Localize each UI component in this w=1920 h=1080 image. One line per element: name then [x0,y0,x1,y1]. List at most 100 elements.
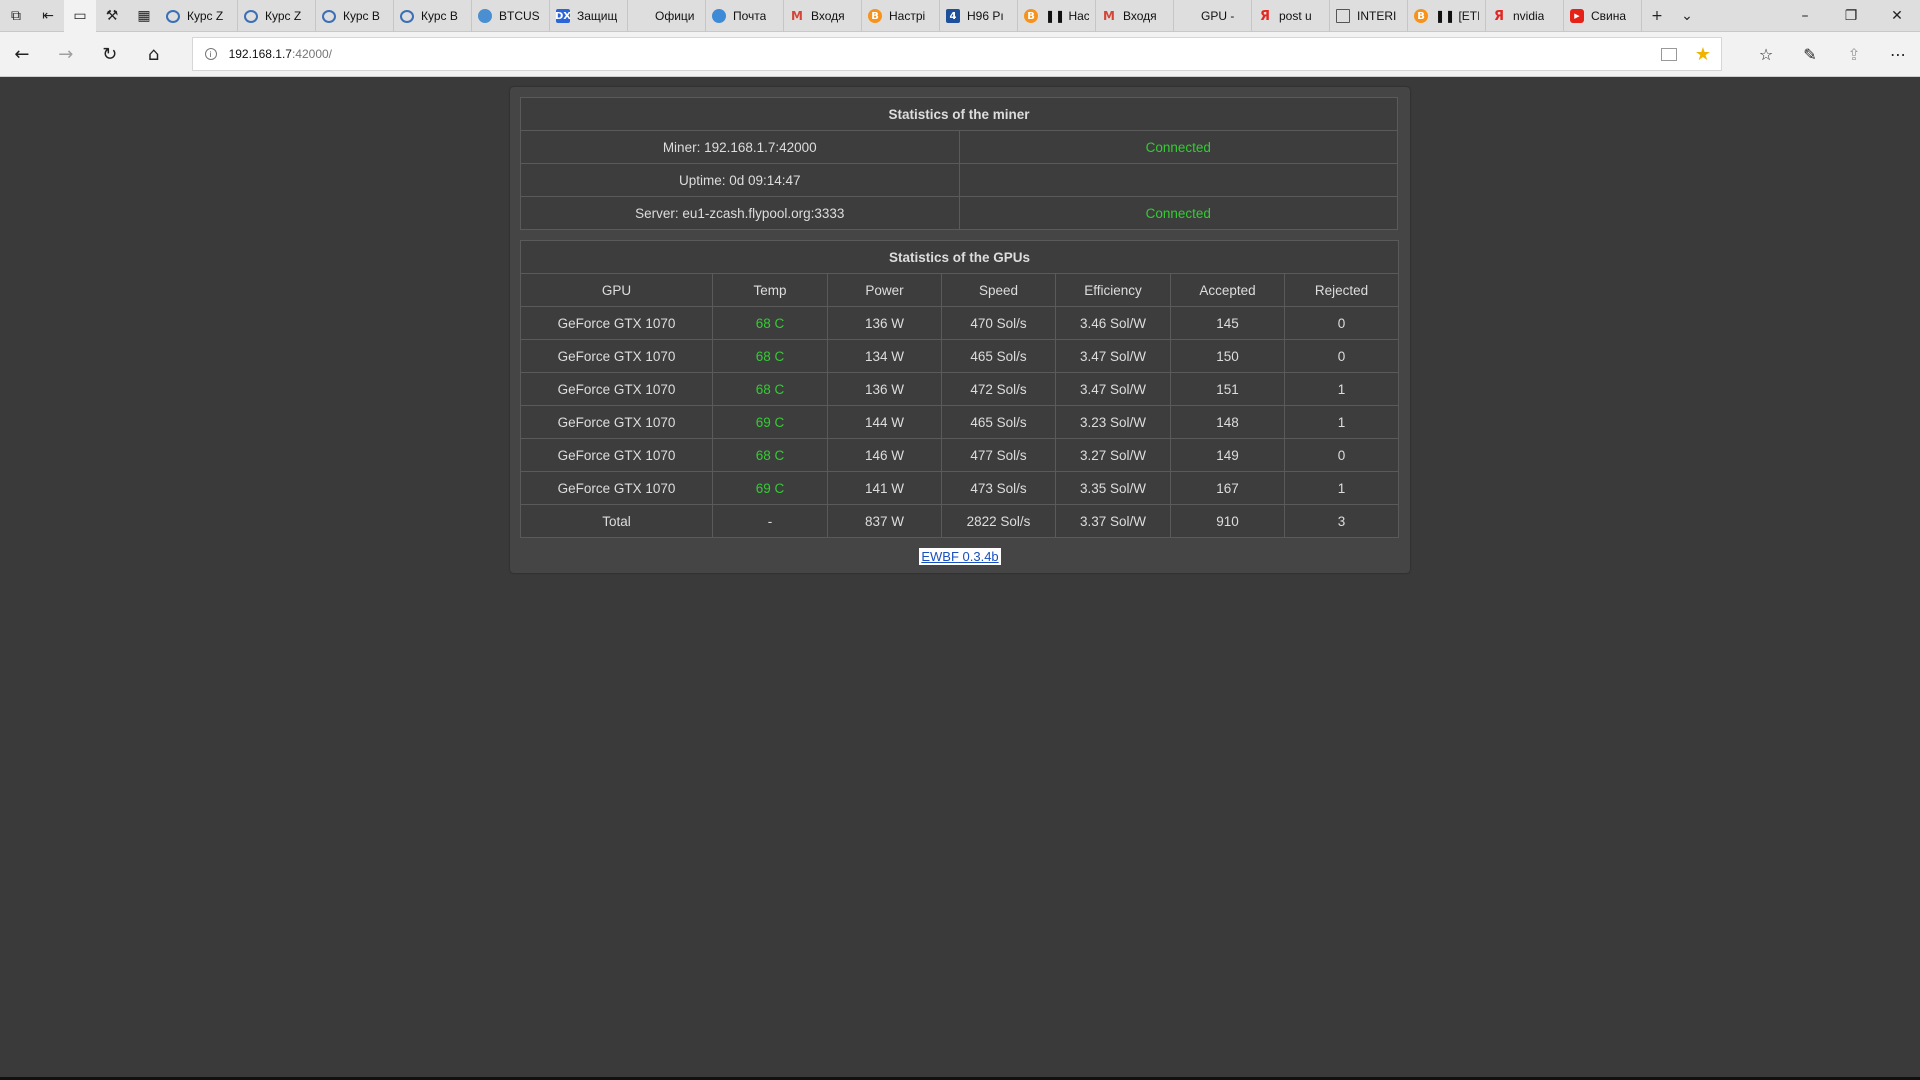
gpu-table-header: GPU Temp Power Speed Efficiency Accepted Rejec… [520,273,1399,307]
miner-address: Miner: 192.168.1.7:42000 [520,130,960,164]
browser-tab[interactable]: BTCUS [472,0,550,32]
table-cell: 167 [1170,471,1285,505]
more-menu-icon[interactable]: ⋯ [1876,32,1920,77]
favorite-star-icon[interactable]: ★ [1695,44,1711,65]
favorites-hub-icon[interactable]: ☆ [1744,32,1788,77]
tab-label: Офици [655,9,695,23]
share-icon[interactable]: ⇪ [1832,32,1876,77]
browser-tab[interactable]: DX Защищ [550,0,628,32]
table-cell: 136 W [827,306,942,340]
tab-label: Курс B [421,9,458,23]
new-tab-button[interactable]: + [1642,0,1672,32]
tabs-aside-icon[interactable]: ⇤ [32,0,64,32]
browser-tab[interactable]: B Настрі [862,0,940,32]
table-cell: 0 [1284,339,1399,373]
pinned-tab-tools-icon[interactable]: ⚒ [96,0,128,32]
tab-list: Курс Z Курс Z Курс B Курс B BTCUS DX Защищ Офиц… [160,0,1642,32]
browser-tab[interactable]: Яpost u [1252,0,1330,32]
miner-version-link[interactable]: EWBF 0.3.4b [919,548,1001,565]
table-cell: 146 W [827,438,942,472]
table-row: GeForce GTX 1070 68 C 136 W 470 Sol/s 3.46 S… [520,306,1399,340]
browser-tab[interactable]: Почта [706,0,784,32]
gpu-temp-cell: 68 C [712,339,828,373]
total-cell: 3.37 Sol/W [1055,504,1171,538]
browser-tab[interactable]: Курс B [394,0,472,32]
browser-tab[interactable]: 4 H96 Pı [940,0,1018,32]
column-header: Power [827,273,942,307]
address-bar[interactable]: i 192.168.1.7:42000/ ★ [191,37,1722,71]
table-cell: 1 [1284,372,1399,406]
table-cell: 477 Sol/s [941,438,1056,472]
browser-tab[interactable]: ▶ Свина [1564,0,1642,32]
column-header: Speed [941,273,1056,307]
tab-preview-chevron-icon[interactable]: ⌄ [1672,0,1702,32]
miner-status: Connected [958,130,1398,164]
tab-favicon-icon [478,9,492,23]
table-row: Uptime: 0d 09:14:47 [520,163,1398,197]
table-cell: GeForce GTX 1070 [520,372,713,406]
tab-label: nvidia [1513,9,1545,23]
forward-arrow-icon[interactable]: → [44,32,88,77]
tab-label: Почта [733,9,767,23]
browser-tab[interactable]: M Входя [1096,0,1174,32]
table-cell: 0 [1284,438,1399,472]
table-cell: 145 [1170,306,1285,340]
browser-tab[interactable]: B ❚❚ Нас [1018,0,1096,32]
browser-tab[interactable]: Курс B [316,0,394,32]
server-address: Server: eu1-zcash.flypool.org:3333 [520,196,960,230]
browser-tab[interactable]: Яnvidia [1486,0,1564,32]
table-row: GeForce GTX 1070 68 C 136 W 472 Sol/s 3.47 S… [520,372,1399,406]
table-cell: GeForce GTX 1070 [520,405,713,439]
browser-tab[interactable]: INTERI [1330,0,1408,32]
tab-set-aside-icon[interactable]: ⧉ [0,0,32,32]
table-cell: 150 [1170,339,1285,373]
browser-tab[interactable]: B ❚❚ [ETI [1408,0,1486,32]
pinned-tab-window-icon[interactable]: ▭ [64,0,96,32]
browser-tab[interactable]: M Входя [784,0,862,32]
browser-tab[interactable]: Курс Z [160,0,238,32]
tab-label: GPU - [1201,9,1235,23]
tab-label: Свина [1591,9,1627,23]
back-arrow-icon[interactable]: ← [0,32,44,77]
tab-label: post u [1279,9,1312,23]
tab-label: Курс Z [265,9,302,23]
restore-button[interactable]: ❐ [1828,0,1874,32]
navigation-bar: ← → ↻ ⌂ i 192.168.1.7:42000/ ★ ☆ ✎ ⇪ ⋯ [0,32,1920,77]
total-cell: 2822 Sol/s [941,504,1056,538]
total-row: Total -837 W 2822 Sol/s 3.37 Sol/W 910 3 [520,504,1399,538]
reading-view-icon[interactable] [1660,47,1677,61]
site-info-icon[interactable]: i [204,48,217,60]
browser-tab[interactable]: GPU - [1174,0,1252,32]
column-header: Accepted [1170,273,1285,307]
minimize-button[interactable]: – [1782,0,1828,32]
total-cell: 837 W [827,504,942,538]
close-window-button[interactable]: ✕ [1874,0,1920,32]
browser-tab[interactable]: Офици [628,0,706,32]
table-cell: 134 W [827,339,942,373]
pinned-tab-chip-icon[interactable]: ▦ [128,0,160,32]
table-cell: GeForce GTX 1070 [520,471,713,505]
table-cell: 1 [1284,405,1399,439]
tab-label: Настрі [889,9,926,23]
tab-label: ❚❚ [ETI [1435,9,1479,23]
tab-strip: ⧉ ⇤ ▭ ⚒ ▦ Курс Z Курс Z Курс B Курс B BTCUS D… [0,0,1920,32]
stats-panel: Statistics of the miner Miner: 192.168.1… [510,87,1410,573]
tab-label: INTERI [1357,9,1397,23]
uptime: Uptime: 0d 09:14:47 [520,163,960,197]
home-icon[interactable]: ⌂ [132,32,176,77]
table-row: Miner: 192.168.1.7:42000 Connected [520,130,1398,164]
tab-favicon-icon: DX [555,9,572,23]
column-header: Efficiency [1055,273,1171,307]
gpu-temp-cell: 69 C [712,405,828,439]
tab-label: Курс B [343,9,380,23]
refresh-icon[interactable]: ↻ [88,32,132,77]
table-cell: GeForce GTX 1070 [520,306,713,340]
tab-favicon-icon: M [1103,9,1115,23]
page-content: Statistics of the miner Miner: 192.168.1… [0,77,1920,1080]
uptime-status [958,163,1398,197]
table-cell: 1 [1284,471,1399,505]
table-cell: 472 Sol/s [941,372,1056,406]
browser-tab[interactable]: Курс Z [238,0,316,32]
web-note-pen-icon[interactable]: ✎ [1788,32,1832,77]
table-row: GeForce GTX 1070 68 C 146 W 477 Sol/s 3.27 S… [520,438,1399,472]
